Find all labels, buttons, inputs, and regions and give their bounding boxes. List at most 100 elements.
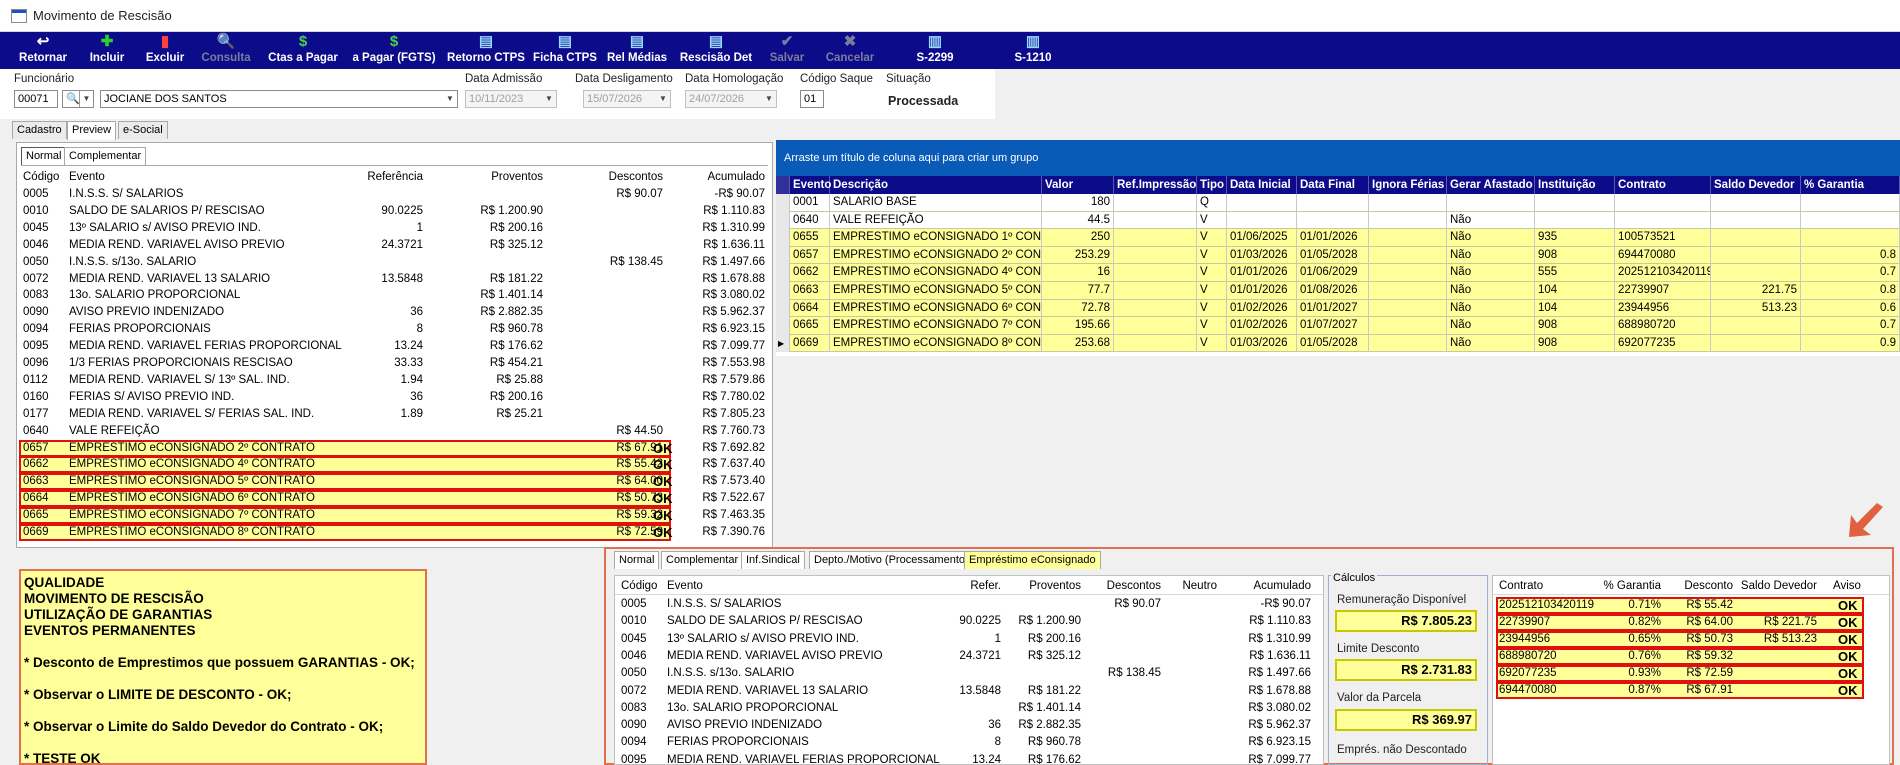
- situacao-value: Processada: [888, 94, 959, 108]
- bottom-event-row[interactable]: 0046 MEDIA REND. VARIAVEL AVISO PREVIO 24.…: [615, 648, 1323, 665]
- funcionario-code-field[interactable]: 00071: [14, 90, 58, 108]
- contract-row[interactable]: 23944956 0.65% R$ 50.73 R$ 513.23 OK: [1496, 631, 1864, 648]
- subtab-normal[interactable]: Normal: [21, 147, 67, 166]
- contract-row[interactable]: 688980720 0.76% R$ 59.32 OK: [1496, 648, 1864, 665]
- bottom-cell-ref: 24.3721: [959, 649, 1001, 662]
- col-tipo[interactable]: Tipo: [1197, 176, 1227, 194]
- consulta-button[interactable]: 🔍 Consulta: [198, 33, 254, 67]
- grid-cell-tipo: V: [1197, 299, 1227, 318]
- preview-row[interactable]: 0096 1/3 FERIAS PROPORCIONAIS RESCISAO 33.…: [17, 355, 772, 372]
- ficha-ctps-button[interactable]: ▤ Ficha CTPS: [533, 33, 597, 67]
- grid-row[interactable]: 0657EMPRESTIMO eCONSIGNADO 2º CONTRATO25…: [776, 246, 1900, 265]
- bottom-event-row[interactable]: 0050 I.N.S.S. s/13o. SALARIO R$ 138.45 R$ 1…: [615, 665, 1323, 682]
- preview-cell-ref: 1.89: [400, 407, 423, 420]
- rescisao-det-button[interactable]: ▤ Rescisão Det: [677, 33, 755, 67]
- tab-cadastro[interactable]: Cadastro: [12, 121, 67, 139]
- preview-row[interactable]: 0112 MEDIA REND. VARIAVEL S/ 13º SAL. IND…: [17, 372, 772, 389]
- funcionario-name-select[interactable]: JOCIANE DOS SANTOS ▼: [100, 90, 458, 108]
- grid-row[interactable]: 0640 VALE REFEIÇÃO 44.5 V Não: [776, 211, 1900, 230]
- col-contrato[interactable]: Contrato: [1615, 176, 1711, 194]
- s-1210-button[interactable]: ▥ S-1210: [1010, 33, 1056, 67]
- col-evento[interactable]: Evento: [790, 176, 831, 194]
- preview-row[interactable]: 0177 MEDIA REND. VARIAVEL S/ FERIAS SAL. …: [17, 406, 772, 423]
- preview-row[interactable]: 0640 VALE REFEIÇÃO R$ 44.50 R$ 7.760.73: [17, 423, 772, 440]
- col-gerar-afastado[interactable]: Gerar Afastado: [1447, 176, 1535, 194]
- homologacao-date-field[interactable]: 24/07/2026 ▼: [685, 90, 777, 108]
- retorno-ctps-button[interactable]: ▤ Retorno CTPS: [446, 33, 526, 67]
- preview-row[interactable]: 0050 I.N.S.S. s/13o. SALARIO R$ 138.45 R$ 1…: [17, 254, 772, 271]
- bottom-event-row[interactable]: 0072 MEDIA REND. VARIAVEL 13 SALARIO 13.58…: [615, 683, 1323, 700]
- grid-row[interactable]: 0655EMPRESTIMO eCONSIGNADO 1º CONTRATO25…: [776, 229, 1900, 247]
- col-saldo-devedor[interactable]: Saldo Devedor: [1711, 176, 1801, 194]
- tab-preview[interactable]: Preview: [67, 121, 117, 140]
- preview-row[interactable]: 0046 MEDIA REND. VARIAVEL AVISO PREVIO 24.…: [17, 237, 772, 254]
- preview-row[interactable]: 0657 EMPRESTIMO eCONSIGNADO 2º CONTRATO R$…: [19, 439, 765, 457]
- preview-row[interactable]: 0090 AVISO PREVIO INDENIZADO 36 R$ 2.882.35…: [17, 304, 772, 321]
- btab-normal[interactable]: Normal: [614, 551, 660, 569]
- btab-complementar[interactable]: Complementar: [661, 551, 744, 569]
- col-data-inicial[interactable]: Data Inicial: [1227, 176, 1297, 194]
- col-descricao[interactable]: Descrição: [830, 176, 1042, 194]
- preview-row[interactable]: 0010 SALDO DE SALARIOS P/ RESCISAO 90.0225…: [17, 203, 772, 220]
- btab-inf-sindical[interactable]: Inf.Sindical: [741, 551, 805, 569]
- admissao-date-field[interactable]: 10/11/2023 ▼: [465, 90, 557, 108]
- grid-row[interactable]: 0663EMPRESTIMO eCONSIGNADO 5º CONTRATO77…: [776, 282, 1900, 300]
- preview-row[interactable]: 0072 MEDIA REND. VARIAVEL 13 SALARIO 13.58…: [17, 271, 772, 288]
- desligamento-date-field[interactable]: 15/07/2026 ▼: [583, 90, 671, 108]
- preview-row[interactable]: 0094 FERIAS PROPORCIONAIS 8 R$ 960.78 R$ 6.9…: [17, 321, 772, 338]
- codigo-saque-field[interactable]: 01: [800, 90, 824, 108]
- col-instituicao[interactable]: Instituição: [1535, 176, 1615, 194]
- contract-row[interactable]: 22739907 0.82% R$ 64.00 R$ 221.75 OK: [1496, 614, 1864, 631]
- bottom-event-row[interactable]: 0083 13o. SALARIO PROPORCIONAL R$ 1.401.14…: [615, 700, 1323, 717]
- preview-row[interactable]: 0665 EMPRESTIMO eCONSIGNADO 7º CONTRATO R$…: [19, 507, 765, 525]
- contract-row[interactable]: 202512103420119 0.71% R$ 55.42 OK: [1496, 597, 1864, 614]
- pagar-fgts-button[interactable]: $ a Pagar (FGTS): [348, 33, 440, 67]
- bottom-event-row[interactable]: 0010 SALDO DE SALARIOS P/ RESCISAO 90.0225…: [615, 613, 1323, 630]
- retornar-button[interactable]: ↩ Retornar: [14, 33, 72, 67]
- bottom-event-row[interactable]: 0005 I.N.S.S. S/ SALARIOS R$ 90.07 -R$ 90.0…: [615, 596, 1323, 613]
- s-2299-button[interactable]: ▥ S-2299: [912, 33, 958, 67]
- funcionario-search-button[interactable]: 🔍 ▼: [62, 90, 94, 108]
- col-garantia[interactable]: % Garantia: [1801, 176, 1900, 194]
- ctas-a-pagar-button[interactable]: $ Ctas a Pagar: [265, 33, 341, 67]
- col-ignora-ferias[interactable]: Ignora Férias: [1369, 176, 1447, 194]
- btab-emprestimo-econsignado[interactable]: Empréstimo eConsignado: [964, 551, 1101, 569]
- grid-row[interactable]: 0664EMPRESTIMO eCONSIGNADO 6º CONTRATO72…: [776, 299, 1900, 318]
- col-valor[interactable]: Valor: [1042, 176, 1114, 194]
- col-ref-impressao[interactable]: Ref.Impressão: [1114, 176, 1197, 194]
- preview-row[interactable]: 0005 I.N.S.S. S/ SALARIOS R$ 90.07 -R$ 90.0…: [17, 186, 772, 203]
- preview-row[interactable]: 0045 13º SALARIO s/ AVISO PREVIO IND. 1 R$ …: [17, 220, 772, 237]
- excluir-button[interactable]: ▮ Excluir: [140, 33, 190, 67]
- subtab-complementar[interactable]: Complementar: [64, 147, 147, 165]
- grid-cell-ref: [1114, 194, 1197, 212]
- funcionario-label: Funcionário: [14, 73, 75, 85]
- bottom-cell-cod: 0005: [621, 598, 647, 610]
- contract-row[interactable]: 694470080 0.87% R$ 67.91 OK: [1496, 682, 1864, 699]
- preview-row[interactable]: 0664 EMPRESTIMO eCONSIGNADO 6º CONTRATO R$…: [19, 490, 765, 508]
- grid-row[interactable]: 0665EMPRESTIMO eCONSIGNADO 7º CONTRATO19…: [776, 317, 1900, 335]
- bottom-event-row[interactable]: 0045 13º SALARIO s/ AVISO PREVIO IND. 1 R$ …: [615, 631, 1323, 648]
- grid-row[interactable]: 0662EMPRESTIMO eCONSIGNADO 4º CONTRATO16…: [776, 264, 1900, 282]
- bottom-event-row[interactable]: 0094 FERIAS PROPORCIONAIS 8 R$ 960.78 R$ 6.9…: [615, 734, 1323, 751]
- incluir-button[interactable]: ✚ Incluir: [82, 33, 132, 67]
- contract-row[interactable]: 692077235 0.93% R$ 72.59 OK: [1496, 665, 1864, 682]
- col-data-final[interactable]: Data Final: [1297, 176, 1369, 194]
- grid-cell-gar: [1801, 229, 1900, 247]
- preview-row[interactable]: 0083 13o. SALARIO PROPORCIONAL R$ 1.401.14…: [17, 287, 772, 304]
- rel-medias-button[interactable]: ▤ Rel Médias: [604, 33, 670, 67]
- bottom-event-row[interactable]: 0095 MEDIA REND. VARIAVEL FERIAS PROPORCI…: [615, 752, 1323, 765]
- btab-depto-motivo[interactable]: Depto./Motivo (Processamento): [809, 551, 974, 569]
- bottom-cell-evt: MEDIA REND. VARIAVEL FERIAS PROPORCIONAL: [667, 753, 940, 765]
- salvar-button[interactable]: ✔ Salvar: [764, 33, 810, 67]
- preview-row[interactable]: 0663 EMPRESTIMO eCONSIGNADO 5º CONTRATO R$…: [19, 473, 765, 491]
- grid-row[interactable]: 0001 SALARIO BASE 180 Q: [776, 194, 1900, 212]
- group-drop-area[interactable]: Arraste um título de coluna aqui para cr…: [776, 140, 1900, 176]
- preview-row[interactable]: 0669 EMPRESTIMO eCONSIGNADO 8º CONTRATO R$…: [19, 524, 765, 541]
- bottom-event-row[interactable]: 0090 AVISO PREVIO INDENIZADO 36 R$ 2.882.35…: [615, 717, 1323, 734]
- tab-esocial[interactable]: e-Social: [118, 121, 168, 139]
- preview-row[interactable]: 0095 MEDIA REND. VARIAVEL FERIAS PROPORCI…: [17, 338, 772, 355]
- preview-row[interactable]: 0160 FERIAS S/ AVISO PREVIO IND. 36 R$ 200.…: [17, 389, 772, 406]
- cancelar-button[interactable]: ✖ Cancelar: [822, 33, 878, 67]
- preview-row[interactable]: 0662 EMPRESTIMO eCONSIGNADO 4º CONTRATO R$…: [19, 456, 765, 474]
- grid-row[interactable]: ▶0669EMPRESTIMO eCONSIGNADO 8º CONTRATO2…: [776, 334, 1900, 353]
